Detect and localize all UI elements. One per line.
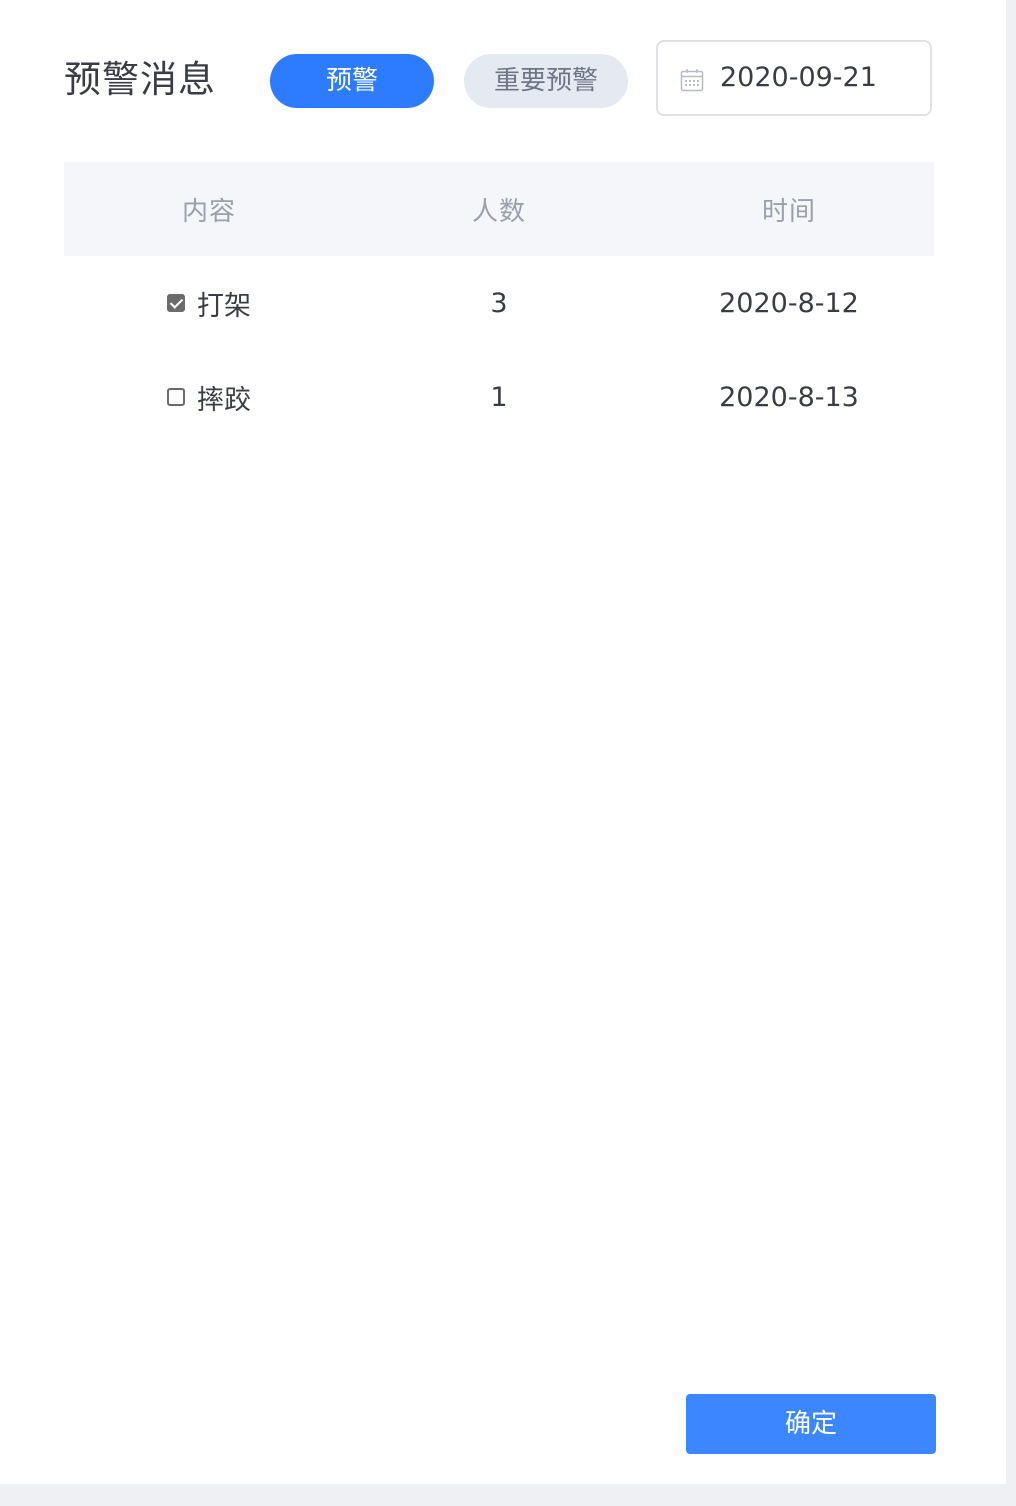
page-title: 预警消息 (64, 58, 216, 101)
column-header-content: 内容 (181, 196, 236, 227)
column-header-time: 时间 (761, 196, 816, 227)
confirm-button[interactable]: 确定 (686, 1394, 936, 1454)
alert-table: 内容 人数 时间 打架 3 2020-8-12 摔跤 1 2020-8-13 (64, 162, 934, 444)
time-cell: 2020-8-12 (719, 287, 859, 319)
row-checkbox[interactable] (167, 294, 185, 312)
column-header-count: 人数 (471, 196, 526, 227)
date-picker[interactable]: 2020-09-21 (656, 40, 932, 116)
content-text: 摔跤 (197, 384, 251, 416)
content-cell: 打架 (64, 284, 354, 323)
date-value: 2020-09-21 (720, 62, 877, 93)
header: 预警消息 预警 重要预警 2020-09-21 (0, 0, 1006, 140)
table-header: 内容 人数 时间 (64, 162, 934, 256)
calendar-icon (680, 68, 704, 92)
count-cell: 1 (490, 381, 508, 413)
time-cell: 2020-8-13 (719, 381, 859, 413)
table-row: 摔跤 1 2020-8-13 (64, 350, 934, 444)
row-checkbox[interactable] (167, 388, 185, 406)
content-cell: 摔跤 (64, 378, 354, 417)
tab-important-alert[interactable]: 重要预警 (464, 54, 628, 108)
alert-panel: 预警消息 预警 重要预警 2020-09-21 内容 人数 时间 打架 3 20… (0, 0, 1006, 1484)
tab-alert[interactable]: 预警 (270, 54, 434, 108)
count-cell: 3 (490, 287, 508, 319)
table-row: 打架 3 2020-8-12 (64, 256, 934, 350)
content-text: 打架 (197, 290, 251, 322)
